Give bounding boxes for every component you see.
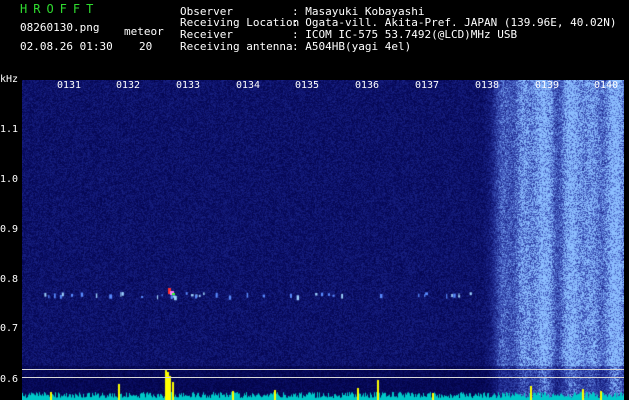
y-unit-label: kHz — [0, 74, 19, 85]
x-tick-label: 0136 — [355, 80, 380, 91]
x-tick-label: 0135 — [295, 80, 320, 91]
x-tick-label: 0139 — [535, 80, 560, 91]
spectrogram-canvas — [22, 80, 624, 400]
antenna-value: : A504HB(yagi 4el) — [292, 40, 412, 53]
x-tick-label: 0131 — [57, 80, 82, 91]
location-value: : Ogata-vill. Akita-Pref. JAPAN (139.96E… — [292, 16, 617, 29]
app-title: HROFFT — [20, 2, 100, 16]
x-tick-label: 0133 — [176, 80, 201, 91]
location-label: Receiving Location — [180, 16, 300, 29]
x-tick-label: 0132 — [116, 80, 141, 91]
x-tick-label: 0137 — [415, 80, 440, 91]
receiver-value: : ICOM IC-575 53.7492(@LCD)MHz USB — [292, 28, 518, 41]
receiver-label: Receiver — [180, 28, 233, 41]
x-tick-label: 0134 — [236, 80, 261, 91]
date-time: 02.08.26 01:30 — [20, 40, 113, 53]
y-tick-label: 0.6 — [0, 374, 19, 385]
level-line-upper — [22, 369, 624, 370]
x-tick-label: 0140 — [594, 80, 619, 91]
y-tick-label: 1.1 — [0, 124, 19, 135]
file-name: 08260130.png — [20, 21, 100, 34]
y-tick-label: 1.0 — [0, 174, 19, 185]
x-tick-label: 0138 — [475, 80, 500, 91]
hrofft-window: HROFFT 08260130.png 02.08.26 01:30 meteo… — [0, 0, 629, 400]
y-tick-label: 0.8 — [0, 274, 19, 285]
level-line-lower — [22, 377, 624, 378]
y-tick-label: 0.7 — [0, 323, 19, 334]
antenna-label: Receiving antenna — [180, 40, 293, 53]
meteor-count: 20 — [139, 40, 153, 53]
y-tick-label: 0.9 — [0, 224, 19, 235]
meteor-label: meteor — [124, 25, 164, 38]
